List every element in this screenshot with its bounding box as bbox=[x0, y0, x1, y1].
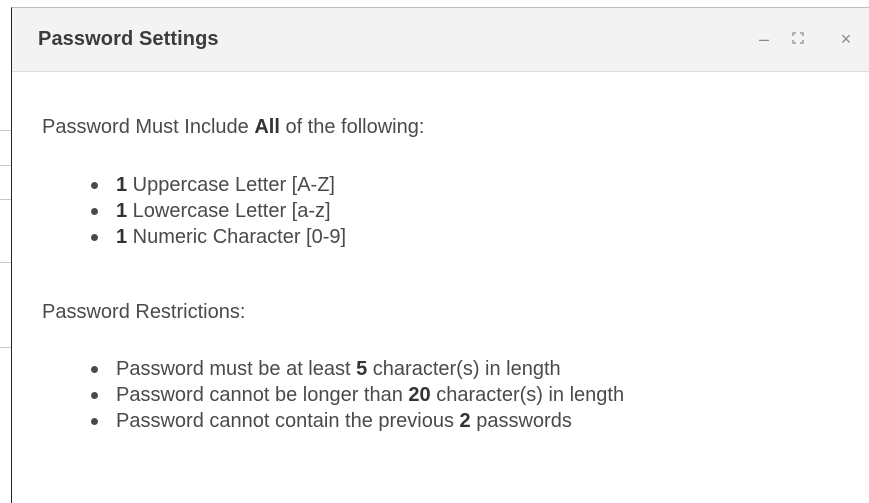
bullet-icon bbox=[91, 366, 98, 373]
dialog-title: Password Settings bbox=[38, 28, 219, 50]
close-icon: × bbox=[840, 29, 852, 49]
bullet-icon bbox=[91, 392, 98, 399]
password-settings-dialog: Password Settings – × Password Must Incl… bbox=[11, 7, 869, 503]
requirement-count: 1 bbox=[116, 174, 128, 196]
requirement-count: 1 bbox=[116, 226, 128, 248]
include-intro: Password Must Include All of the followi… bbox=[42, 116, 424, 139]
restriction-value: 20 bbox=[408, 384, 431, 406]
include-intro-bold: All bbox=[254, 116, 280, 138]
bullet-icon bbox=[91, 208, 98, 215]
bullet-icon bbox=[91, 182, 98, 189]
restriction-prefix: Password cannot contain the previous bbox=[116, 410, 460, 432]
list-item: 1 Uppercase Letter [A-Z] bbox=[88, 172, 346, 198]
list-item: Password must be at least 5 character(s)… bbox=[88, 356, 624, 382]
minimize-button[interactable]: – bbox=[752, 26, 776, 52]
restrictions-heading: Password Restrictions: bbox=[42, 301, 246, 323]
list-item: 1 Lowercase Letter [a-z] bbox=[88, 198, 346, 224]
restrictions-list: Password must be at least 5 character(s)… bbox=[88, 356, 624, 434]
maximize-icon bbox=[786, 32, 810, 44]
requirement-text: Lowercase Letter [a-z] bbox=[127, 200, 331, 222]
requirement-text: Numeric Character [0-9] bbox=[127, 226, 347, 248]
close-button[interactable]: × bbox=[834, 26, 858, 52]
list-item: Password cannot be longer than 20 charac… bbox=[88, 382, 624, 408]
include-requirements-list: 1 Uppercase Letter [A-Z] 1 Lowercase Let… bbox=[88, 172, 346, 250]
list-item: 1 Numeric Character [0-9] bbox=[88, 224, 346, 250]
restriction-prefix: Password cannot be longer than bbox=[116, 384, 409, 406]
bullet-icon bbox=[91, 234, 98, 241]
dialog-titlebar[interactable]: Password Settings – × bbox=[12, 8, 869, 72]
requirement-text: Uppercase Letter [A-Z] bbox=[127, 174, 335, 196]
bullet-icon bbox=[91, 418, 98, 425]
restriction-value: 5 bbox=[356, 358, 368, 380]
include-intro-suffix: of the following: bbox=[279, 116, 425, 138]
restriction-prefix: Password must be at least bbox=[116, 358, 357, 380]
minimize-icon: – bbox=[758, 29, 769, 49]
requirement-count: 1 bbox=[116, 200, 128, 222]
maximize-button[interactable] bbox=[786, 26, 810, 52]
restriction-suffix: character(s) in length bbox=[367, 358, 561, 380]
restriction-value: 2 bbox=[459, 410, 471, 432]
list-item: Password cannot contain the previous 2 p… bbox=[88, 408, 624, 434]
restriction-suffix: passwords bbox=[470, 410, 572, 432]
include-intro-prefix: Password Must Include bbox=[42, 116, 255, 138]
restriction-suffix: character(s) in length bbox=[430, 384, 625, 406]
